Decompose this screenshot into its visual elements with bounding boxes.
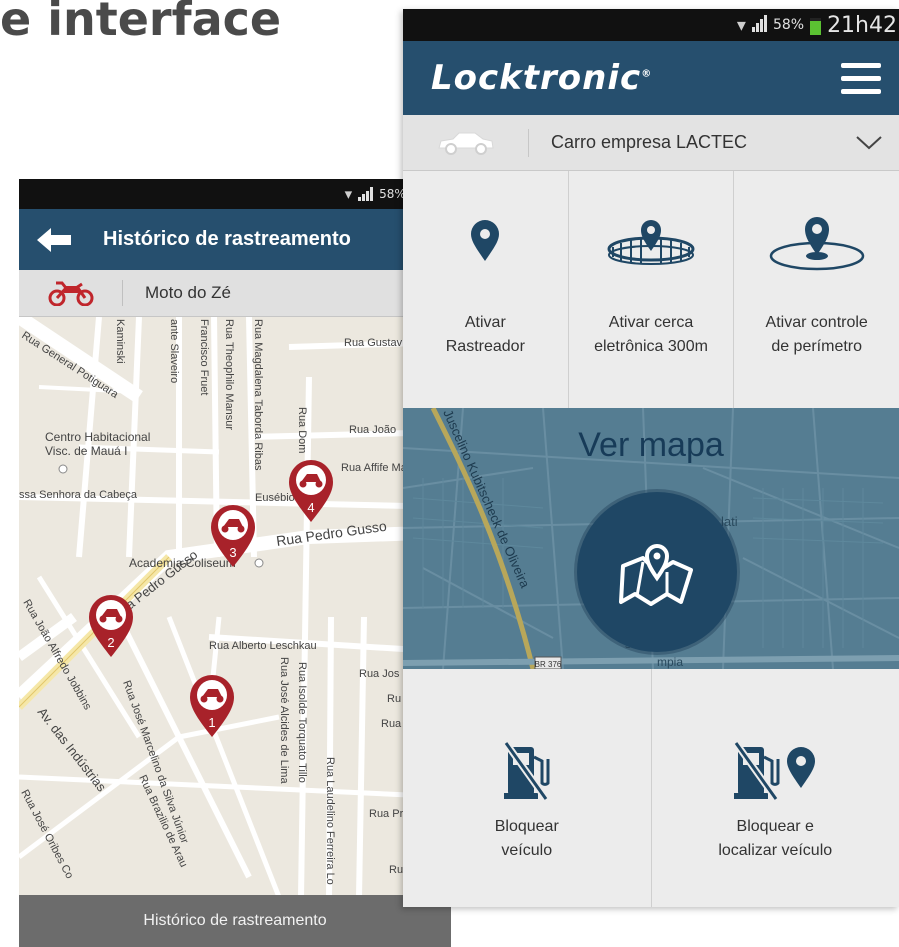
vehicle-name: Carro empresa LACTEC bbox=[551, 132, 748, 152]
wifi-icon: ▾ bbox=[736, 14, 746, 36]
map-street-label: mpia bbox=[657, 655, 683, 669]
street-label: Rua Theophilo Mansur bbox=[223, 319, 235, 430]
street-label: Rua Dom bbox=[296, 407, 308, 453]
history-footer-button[interactable]: Histórico de rastreamento bbox=[19, 895, 451, 947]
block-vehicle-button[interactable]: Bloquear veículo bbox=[403, 669, 652, 907]
block-locate-vehicle-button[interactable]: Bloquear e localizar veículo bbox=[652, 669, 899, 907]
slide-title: e interface bbox=[0, 0, 282, 46]
action-label: Bloquear veículo bbox=[494, 818, 559, 859]
perimeter-icon bbox=[767, 171, 867, 311]
motorcycle-icon bbox=[19, 280, 123, 306]
street-label: Rua Jos bbox=[359, 668, 400, 680]
street-label: ante Slaveiro bbox=[168, 319, 180, 383]
view-map-title: Ver mapa bbox=[578, 426, 724, 464]
bottom-action-grid: Bloquear veículo Bloquear e localizar ve… bbox=[403, 669, 899, 907]
activate-tracker-button[interactable]: Ativar Rastreador bbox=[403, 171, 569, 408]
battery-level: 58% bbox=[379, 187, 406, 201]
action-label: Ativar cerca eletrônica 300m bbox=[594, 314, 708, 355]
tracking-history-screen: ▾ 58% 21 Histórico de rastreamento Moto … bbox=[19, 179, 451, 947]
place-dot bbox=[58, 464, 68, 474]
chevron-down-icon bbox=[839, 135, 899, 150]
street-label: Rua Alberto Leschkau bbox=[209, 640, 317, 652]
geofence-icon bbox=[605, 171, 697, 311]
street-label: Rua Laudelino Ferreira Lo bbox=[324, 757, 336, 885]
menu-button[interactable] bbox=[841, 62, 881, 94]
marker-number: 2 bbox=[107, 635, 114, 650]
vehicle-name: Moto do Zé bbox=[145, 283, 231, 302]
street-label: ssa Senhora da Cabeça bbox=[19, 489, 138, 501]
street-label: Rua Magdalena Taborda Ribas bbox=[252, 319, 264, 471]
vehicle-selector[interactable]: Moto do Zé bbox=[19, 270, 451, 317]
locktronic-main-screen: ▾ 58% 21h42 Locktronic® Carro empresa LA… bbox=[403, 9, 899, 907]
action-label: Ativar Rastreador bbox=[445, 314, 525, 355]
street-label: Ru bbox=[389, 864, 403, 876]
street-label: Francisco Fruet bbox=[198, 319, 210, 395]
road-sign-text: BR 376 bbox=[535, 660, 562, 669]
page-title: Histórico de rastreamento bbox=[103, 228, 351, 250]
app-header: Locktronic® bbox=[403, 41, 899, 115]
battery-icon bbox=[810, 15, 822, 35]
registered-mark: ® bbox=[641, 68, 653, 80]
tracking-map[interactable]: Rua General Potiguara Kaminski ante Slav… bbox=[19, 317, 451, 897]
brand-logo: Locktronic® bbox=[431, 58, 652, 98]
action-label: Ativar controle de perímetro bbox=[765, 314, 868, 355]
street-label: Ru bbox=[387, 693, 401, 705]
fuel-block-locate-icon bbox=[734, 669, 816, 809]
marker-number: 4 bbox=[307, 500, 314, 515]
street-label: Rua João bbox=[349, 424, 396, 436]
status-bar: ▾ 58% 21 bbox=[19, 179, 451, 209]
view-map-button[interactable] bbox=[577, 492, 737, 652]
place-label: Centro Habitacional bbox=[45, 430, 150, 444]
place-dot bbox=[254, 558, 264, 568]
marker-number: 3 bbox=[229, 545, 236, 560]
status-bar: ▾ 58% 21h42 bbox=[403, 9, 899, 41]
app-header: Histórico de rastreamento bbox=[19, 209, 451, 270]
signal-icon bbox=[358, 187, 374, 201]
view-map-panel[interactable]: Juscelino Kubitscheck de Oliveira lati s… bbox=[403, 408, 899, 669]
street-label: Rua Isolde Torquato Tillo bbox=[296, 662, 308, 783]
street-label: Kaminski bbox=[114, 319, 126, 364]
activate-geofence-button[interactable]: Ativar cerca eletrônica 300m bbox=[569, 171, 735, 408]
street-label: Rua José Alcides de Lima bbox=[278, 657, 290, 784]
wifi-icon: ▾ bbox=[344, 185, 353, 203]
street-label: Rua Gustav bbox=[344, 337, 403, 349]
action-grid: Ativar Rastreador Ativar cerca eletrônic… bbox=[403, 171, 899, 408]
street-label: Rua Affife Mar bbox=[341, 462, 411, 474]
folded-map-icon bbox=[619, 544, 693, 606]
back-arrow-icon bbox=[37, 227, 71, 252]
back-button[interactable] bbox=[19, 227, 89, 252]
signal-icon bbox=[751, 15, 767, 32]
vehicle-selector[interactable]: Carro empresa LACTEC bbox=[403, 115, 899, 171]
street-label: Rua bbox=[381, 718, 402, 730]
activate-perimeter-button[interactable]: Ativar controle de perímetro bbox=[734, 171, 899, 408]
place-label: Visc. de Mauá I bbox=[45, 444, 128, 458]
location-pin-icon bbox=[470, 171, 500, 311]
fuel-block-icon bbox=[503, 669, 550, 809]
marker-number: 1 bbox=[208, 715, 215, 730]
battery-level: 58% bbox=[772, 17, 805, 33]
place-label: Academia Coliseum bbox=[129, 556, 236, 570]
car-icon bbox=[403, 128, 529, 157]
brand-name: Locktronic bbox=[431, 58, 642, 98]
action-label: Bloquear e localizar veículo bbox=[718, 818, 833, 859]
clock: 21h42 bbox=[827, 12, 897, 38]
